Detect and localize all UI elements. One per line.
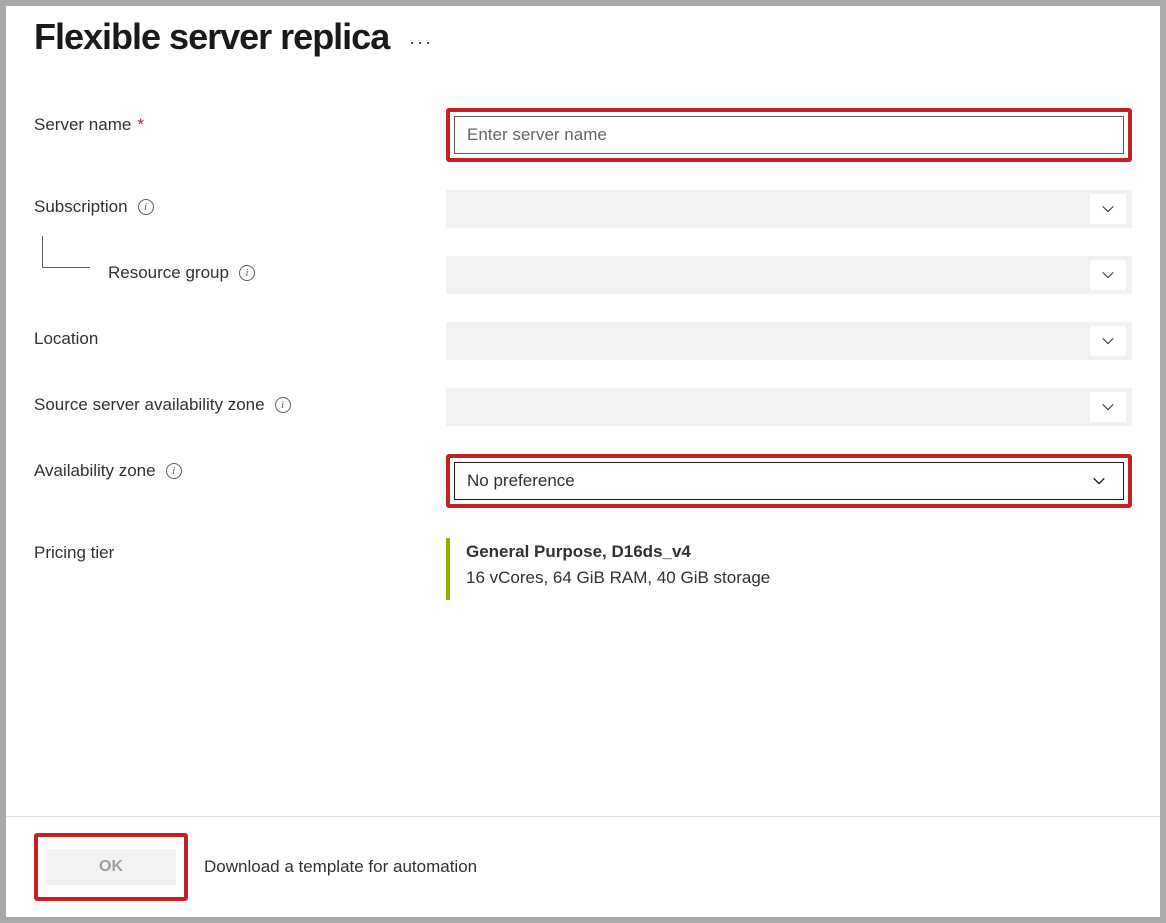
row-source-az: Source server availability zone i bbox=[34, 388, 1132, 426]
resource-group-select[interactable] bbox=[446, 256, 1132, 294]
label-text-server-name: Server name bbox=[34, 115, 131, 135]
info-icon[interactable]: i bbox=[239, 265, 255, 281]
label-server-name: Server name * bbox=[34, 108, 446, 135]
availability-zone-value: No preference bbox=[467, 471, 575, 491]
chevron-down-icon bbox=[1081, 466, 1117, 496]
pricing-tier-card: General Purpose, D16ds_v4 16 vCores, 64 … bbox=[446, 538, 1132, 600]
label-subscription: Subscription i bbox=[34, 190, 446, 217]
highlight-availability-zone: No preference bbox=[446, 454, 1132, 508]
label-text-location: Location bbox=[34, 329, 98, 349]
label-source-az: Source server availability zone i bbox=[34, 388, 446, 415]
location-select[interactable] bbox=[446, 322, 1132, 360]
chevron-down-icon bbox=[1090, 326, 1126, 356]
blade-window: Flexible server replica ··· Server name … bbox=[6, 6, 1160, 917]
source-az-select[interactable] bbox=[446, 388, 1132, 426]
download-template-link[interactable]: Download a template for automation bbox=[204, 857, 477, 877]
highlight-ok-button: OK bbox=[34, 833, 188, 901]
pricing-tier-details: 16 vCores, 64 GiB RAM, 40 GiB storage bbox=[466, 568, 1132, 588]
label-location: Location bbox=[34, 322, 446, 349]
blade-footer: OK Download a template for automation bbox=[6, 816, 1160, 917]
row-resource-group: Resource group i bbox=[34, 256, 1132, 294]
blade-content: Flexible server replica ··· Server name … bbox=[6, 6, 1160, 816]
row-availability-zone: Availability zone i No preference bbox=[34, 454, 1132, 508]
label-text-pricing-tier: Pricing tier bbox=[34, 543, 114, 563]
label-text-availability-zone: Availability zone bbox=[34, 461, 156, 481]
more-menu-icon[interactable]: ··· bbox=[409, 22, 433, 53]
row-subscription: Subscription i bbox=[34, 190, 1132, 228]
subscription-select[interactable] bbox=[446, 190, 1132, 228]
chevron-down-icon bbox=[1090, 260, 1126, 290]
tree-line-icon bbox=[42, 236, 90, 268]
blade-header: Flexible server replica ··· bbox=[34, 16, 1132, 58]
label-resource-group: Resource group i bbox=[34, 256, 446, 283]
row-location: Location bbox=[34, 322, 1132, 360]
pricing-tier-title: General Purpose, D16ds_v4 bbox=[466, 542, 1132, 562]
row-pricing-tier: Pricing tier General Purpose, D16ds_v4 1… bbox=[34, 536, 1132, 600]
label-text-subscription: Subscription bbox=[34, 197, 128, 217]
info-icon[interactable]: i bbox=[275, 397, 291, 413]
label-text-resource-group: Resource group bbox=[108, 263, 229, 283]
info-icon[interactable]: i bbox=[166, 463, 182, 479]
page-title: Flexible server replica bbox=[34, 16, 389, 58]
label-text-source-az: Source server availability zone bbox=[34, 395, 265, 415]
server-name-input[interactable] bbox=[454, 116, 1124, 154]
ok-button[interactable]: OK bbox=[46, 849, 176, 885]
row-server-name: Server name * bbox=[34, 108, 1132, 162]
label-availability-zone: Availability zone i bbox=[34, 454, 446, 481]
required-asterisk: * bbox=[137, 115, 144, 135]
highlight-server-name bbox=[446, 108, 1132, 162]
label-pricing-tier: Pricing tier bbox=[34, 536, 446, 563]
chevron-down-icon bbox=[1090, 392, 1126, 422]
chevron-down-icon bbox=[1090, 194, 1126, 224]
availability-zone-select[interactable]: No preference bbox=[454, 462, 1124, 500]
info-icon[interactable]: i bbox=[138, 199, 154, 215]
